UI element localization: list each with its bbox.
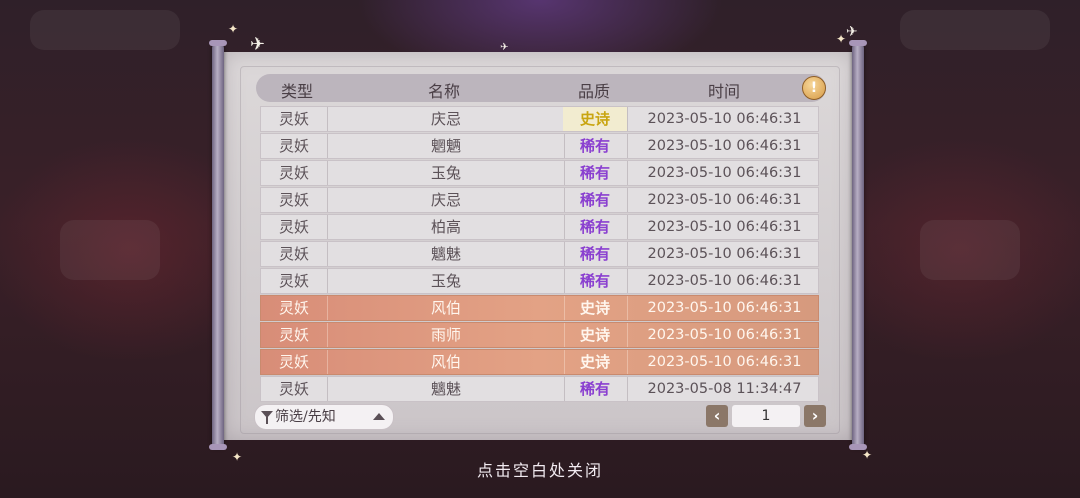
cell-time: 2023-05-10 06:46:31 bbox=[627, 269, 821, 293]
swallow-icon: ✈ bbox=[500, 42, 509, 53]
header-time: 时间 bbox=[707, 82, 740, 101]
background-panel bbox=[920, 220, 1020, 280]
filter-dropdown[interactable]: 筛选/先知 bbox=[254, 404, 394, 430]
table-row: 灵妖 魑魅 稀有 2023-05-08 11:34:47 bbox=[260, 376, 819, 402]
cell-type: 灵妖 bbox=[278, 191, 309, 209]
cell-name: 魑魅 bbox=[327, 242, 565, 266]
background-panel bbox=[30, 10, 180, 50]
prev-page-button[interactable]: ‹ bbox=[706, 405, 728, 427]
cell-type: 灵妖 bbox=[278, 164, 309, 182]
cell-quality: 稀有 bbox=[579, 137, 610, 155]
sparkle-icon: ✦ bbox=[232, 450, 243, 464]
table-row: 灵妖 玉兔 稀有 2023-05-10 06:46:31 bbox=[260, 160, 819, 186]
background-panel bbox=[60, 220, 160, 280]
scroll-rod-left bbox=[212, 44, 224, 448]
filter-label: 筛选/先知 bbox=[275, 409, 336, 425]
cell-time: 2023-05-10 06:46:31 bbox=[627, 107, 821, 131]
swallow-icon: ✈ bbox=[250, 34, 266, 55]
cell-name: 玉兔 bbox=[327, 161, 565, 185]
header-type: 类型 bbox=[280, 82, 313, 101]
sparkle-icon: ✦ bbox=[228, 22, 239, 36]
cell-quality: 稀有 bbox=[579, 272, 610, 290]
cell-time: 2023-05-10 06:46:31 bbox=[627, 350, 821, 374]
table-row: 灵妖 风伯 史诗 2023-05-10 06:46:31 bbox=[260, 295, 819, 321]
cell-time: 2023-05-10 06:46:31 bbox=[627, 296, 821, 320]
cell-type: 灵妖 bbox=[278, 218, 309, 236]
cell-time: 2023-05-10 06:46:31 bbox=[627, 215, 821, 239]
cell-name: 魑魅 bbox=[327, 377, 565, 401]
next-page-button[interactable]: › bbox=[804, 405, 826, 427]
cell-name: 雨师 bbox=[327, 323, 565, 347]
cell-quality: 稀有 bbox=[579, 164, 610, 182]
table-row: 灵妖 庆忌 史诗 2023-05-10 06:46:31 bbox=[260, 106, 819, 132]
cell-quality: 稀有 bbox=[579, 218, 610, 236]
cell-name: 柏高 bbox=[327, 215, 565, 239]
page-number: 1 bbox=[732, 405, 800, 427]
close-hint: 点击空白处关闭 bbox=[476, 461, 603, 480]
cell-time: 2023-05-10 06:46:31 bbox=[627, 242, 821, 266]
rod-cap bbox=[209, 444, 227, 450]
filter-icon bbox=[261, 411, 273, 424]
cell-type: 灵妖 bbox=[278, 353, 309, 371]
cell-type: 灵妖 bbox=[278, 137, 309, 155]
cell-quality: 史诗 bbox=[563, 107, 627, 131]
cell-quality: 稀有 bbox=[579, 245, 610, 263]
cell-type: 灵妖 bbox=[278, 326, 309, 344]
record-table: 灵妖 庆忌 史诗 2023-05-10 06:46:31 灵妖 魍魉 稀有 2023-05-1… bbox=[260, 106, 819, 403]
sparkle-icon: ✦ bbox=[862, 448, 873, 462]
cell-time: 2023-05-10 06:46:31 bbox=[627, 188, 821, 212]
chevron-up-icon bbox=[373, 413, 385, 420]
cell-name: 风伯 bbox=[327, 296, 565, 320]
table-row: 灵妖 魑魅 稀有 2023-05-10 06:46:31 bbox=[260, 241, 819, 267]
cell-quality: 稀有 bbox=[579, 191, 610, 209]
rod-cap bbox=[209, 40, 227, 46]
cell-name: 魍魉 bbox=[327, 134, 565, 158]
swallow-icon: ✈ bbox=[846, 24, 858, 40]
cell-quality: 史诗 bbox=[579, 326, 610, 344]
background-panel bbox=[900, 10, 1050, 50]
cell-type: 灵妖 bbox=[278, 299, 309, 317]
table-row: 灵妖 雨师 史诗 2023-05-10 06:46:31 bbox=[260, 322, 819, 348]
cell-type: 灵妖 bbox=[278, 272, 309, 290]
table-row: 灵妖 庆忌 稀有 2023-05-10 06:46:31 bbox=[260, 187, 819, 213]
header-name: 名称 bbox=[427, 82, 460, 101]
cell-quality: 史诗 bbox=[579, 299, 610, 317]
cell-name: 庆忌 bbox=[327, 188, 565, 212]
scroll-rod-right bbox=[852, 44, 864, 448]
cell-time: 2023-05-08 11:34:47 bbox=[627, 377, 821, 401]
cell-type: 灵妖 bbox=[278, 110, 309, 128]
cell-quality: 史诗 bbox=[579, 353, 610, 371]
rod-cap bbox=[849, 40, 867, 46]
table-row: 灵妖 玉兔 稀有 2023-05-10 06:46:31 bbox=[260, 268, 819, 294]
table-row: 灵妖 魍魉 稀有 2023-05-10 06:46:31 bbox=[260, 133, 819, 159]
cell-time: 2023-05-10 06:46:31 bbox=[627, 161, 821, 185]
cell-name: 庆忌 bbox=[327, 107, 565, 131]
table-row: 灵妖 柏高 稀有 2023-05-10 06:46:31 bbox=[260, 214, 819, 240]
table-row: 灵妖 风伯 史诗 2023-05-10 06:46:31 bbox=[260, 349, 819, 375]
header-quality: 品质 bbox=[577, 82, 610, 101]
cell-name: 风伯 bbox=[327, 350, 565, 374]
cell-name: 玉兔 bbox=[327, 269, 565, 293]
sparkle-icon: ✦ bbox=[836, 32, 847, 46]
cell-time: 2023-05-10 06:46:31 bbox=[627, 323, 821, 347]
info-icon[interactable]: ! bbox=[802, 76, 826, 100]
cell-type: 灵妖 bbox=[278, 380, 309, 398]
cell-quality: 稀有 bbox=[579, 380, 610, 398]
cell-time: 2023-05-10 06:46:31 bbox=[627, 134, 821, 158]
cell-type: 灵妖 bbox=[278, 245, 309, 263]
